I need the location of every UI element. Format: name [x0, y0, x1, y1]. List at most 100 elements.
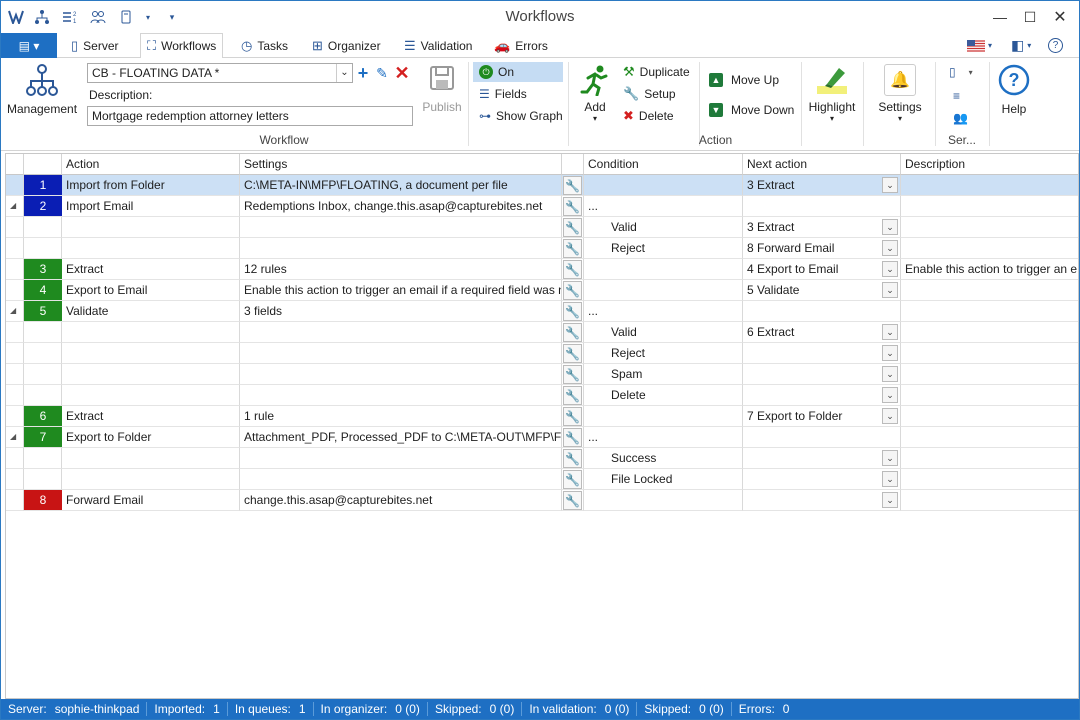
condition-cell[interactable]: [584, 490, 743, 511]
file-menu-button[interactable]: ▤ ▾: [1, 33, 57, 58]
table-row[interactable]: 3 Extract 12 rules 🔧 4 Export to Email ⌄ Enabl…: [6, 259, 1078, 280]
users-button[interactable]: 👥: [953, 108, 968, 128]
description-cell[interactable]: [901, 301, 1078, 322]
action-cell[interactable]: [62, 238, 240, 259]
description-cell[interactable]: [901, 490, 1078, 511]
next-action-cell[interactable]: 5 Validate ⌄: [743, 280, 901, 301]
condition-cell[interactable]: Reject: [584, 238, 743, 259]
row-expander[interactable]: ◢: [6, 196, 24, 217]
wrench-icon[interactable]: 🔧: [563, 197, 582, 216]
tab-tasks[interactable]: ◷ Tasks: [235, 33, 294, 58]
wrench-icon[interactable]: 🔧: [563, 218, 582, 237]
condition-cell[interactable]: Success: [584, 448, 743, 469]
settings-cell[interactable]: Attachment_PDF, Processed_PDF to C:\META…: [240, 427, 562, 448]
table-row[interactable]: ◢ 5 Validate 3 fields 🔧...: [6, 301, 1078, 322]
next-action-cell[interactable]: ⌄: [743, 448, 901, 469]
description-cell[interactable]: [901, 175, 1078, 196]
move-up-button[interactable]: ▲ Move Up: [709, 70, 779, 90]
condition-cell[interactable]: ...: [584, 301, 743, 322]
next-action-cell[interactable]: [743, 427, 901, 448]
add-action-button[interactable]: Add ▾: [575, 64, 615, 123]
settings-cell[interactable]: [240, 469, 562, 490]
workflow-select[interactable]: CB - FLOATING DATA * ⌄: [87, 63, 353, 83]
office-icon[interactable]: ◧ ▾: [1011, 33, 1031, 58]
next-action-cell[interactable]: 7 Export to Folder ⌄: [743, 406, 901, 427]
highlight-button[interactable]: Highlight ▾: [805, 64, 859, 123]
action-cell[interactable]: Validate: [62, 301, 240, 322]
table-row[interactable]: ◢ 2 Import Email Redemptions Inbox, change.…: [6, 196, 1078, 217]
help-circle-icon[interactable]: ?: [1048, 33, 1063, 58]
description-cell[interactable]: [901, 238, 1078, 259]
collapse-triangle-icon[interactable]: ◢: [10, 306, 16, 315]
settings-cell[interactable]: 1 rule: [240, 406, 562, 427]
sort-button[interactable]: ≡: [953, 86, 960, 106]
delete-workflow-button[interactable]: ✕: [392, 63, 412, 83]
action-cell[interactable]: [62, 364, 240, 385]
table-row[interactable]: 🔧 Reject ⌄: [6, 343, 1078, 364]
table-row[interactable]: 🔧 Spam ⌄: [6, 364, 1078, 385]
wrench-icon[interactable]: 🔧: [563, 239, 582, 258]
action-cell[interactable]: Import Email: [62, 196, 240, 217]
delete-action-button[interactable]: ✖ Delete: [623, 106, 674, 126]
description-cell[interactable]: [901, 406, 1078, 427]
tab-errors[interactable]: 🚗 Errors: [488, 33, 554, 58]
condition-cell[interactable]: Valid: [584, 217, 743, 238]
next-action-cell[interactable]: 3 Extract ⌄: [743, 175, 901, 196]
table-row[interactable]: 1 Import from Folder C:\META-IN\MFP\FLOATI…: [6, 175, 1078, 196]
action-cell[interactable]: [62, 385, 240, 406]
wrench-icon[interactable]: 🔧: [563, 302, 582, 321]
grid-header-action[interactable]: Action: [62, 154, 240, 175]
language-selector[interactable]: ▾: [967, 33, 992, 58]
condition-cell[interactable]: Reject: [584, 343, 743, 364]
description-cell[interactable]: [901, 448, 1078, 469]
settings-cell[interactable]: 12 rules: [240, 259, 562, 280]
settings-cell[interactable]: [240, 448, 562, 469]
action-cell[interactable]: Export to Folder: [62, 427, 240, 448]
setup-button[interactable]: 🔧 Setup: [623, 84, 676, 104]
condition-cell[interactable]: Delete: [584, 385, 743, 406]
chevron-down-icon[interactable]: ⌄: [882, 408, 898, 424]
settings-cell[interactable]: Redemptions Inbox, change.this.asap@capt…: [240, 196, 562, 217]
settings-cell[interactable]: [240, 364, 562, 385]
condition-cell[interactable]: [584, 175, 743, 196]
chevron-down-icon[interactable]: ⌄: [882, 450, 898, 466]
next-action-cell[interactable]: ⌄: [743, 343, 901, 364]
table-row[interactable]: 🔧 Success ⌄: [6, 448, 1078, 469]
condition-cell[interactable]: ...: [584, 196, 743, 217]
next-action-cell[interactable]: ⌄: [743, 364, 901, 385]
wrench-icon[interactable]: 🔧: [563, 365, 582, 384]
management-button[interactable]: Management: [7, 64, 77, 116]
grid-header-settings[interactable]: Settings: [240, 154, 562, 175]
wrench-icon[interactable]: 🔧: [563, 449, 582, 468]
chevron-down-icon[interactable]: ⌄: [882, 282, 898, 298]
settings-cell[interactable]: [240, 322, 562, 343]
description-cell[interactable]: [901, 364, 1078, 385]
condition-cell[interactable]: [584, 280, 743, 301]
next-action-cell[interactable]: [743, 196, 901, 217]
table-row[interactable]: 🔧 File Locked ⌄: [6, 469, 1078, 490]
chevron-down-icon[interactable]: ⌄: [882, 324, 898, 340]
table-row[interactable]: 4 Export to Email Enable this action to tr…: [6, 280, 1078, 301]
table-row[interactable]: ◢ 7 Export to Folder Attachment_PDF, Proces…: [6, 427, 1078, 448]
description-cell[interactable]: [901, 322, 1078, 343]
description-cell[interactable]: [901, 217, 1078, 238]
next-action-cell[interactable]: ⌄: [743, 490, 901, 511]
chevron-down-icon[interactable]: ⌄: [882, 492, 898, 508]
grid-header-condition[interactable]: Condition: [584, 154, 743, 175]
description-cell[interactable]: [901, 343, 1078, 364]
grid-header-description[interactable]: Description: [901, 154, 1078, 175]
action-cell[interactable]: [62, 469, 240, 490]
minimize-button[interactable]: —: [985, 5, 1015, 29]
wrench-icon[interactable]: 🔧: [563, 323, 582, 342]
tab-organizer[interactable]: ⊞ Organizer: [306, 33, 387, 58]
device-button[interactable]: ▯ ▾: [949, 62, 973, 82]
edit-workflow-button[interactable]: ✎: [373, 63, 391, 83]
table-row[interactable]: 🔧 Valid 6 Extract ⌄: [6, 322, 1078, 343]
close-button[interactable]: ✕: [1045, 5, 1075, 29]
wrench-icon[interactable]: 🔧: [563, 260, 582, 279]
description-cell[interactable]: [901, 427, 1078, 448]
grid-header-next-action[interactable]: Next action: [743, 154, 901, 175]
maximize-button[interactable]: ☐: [1015, 5, 1045, 29]
collapse-triangle-icon[interactable]: ◢: [10, 201, 16, 210]
action-cell[interactable]: [62, 217, 240, 238]
